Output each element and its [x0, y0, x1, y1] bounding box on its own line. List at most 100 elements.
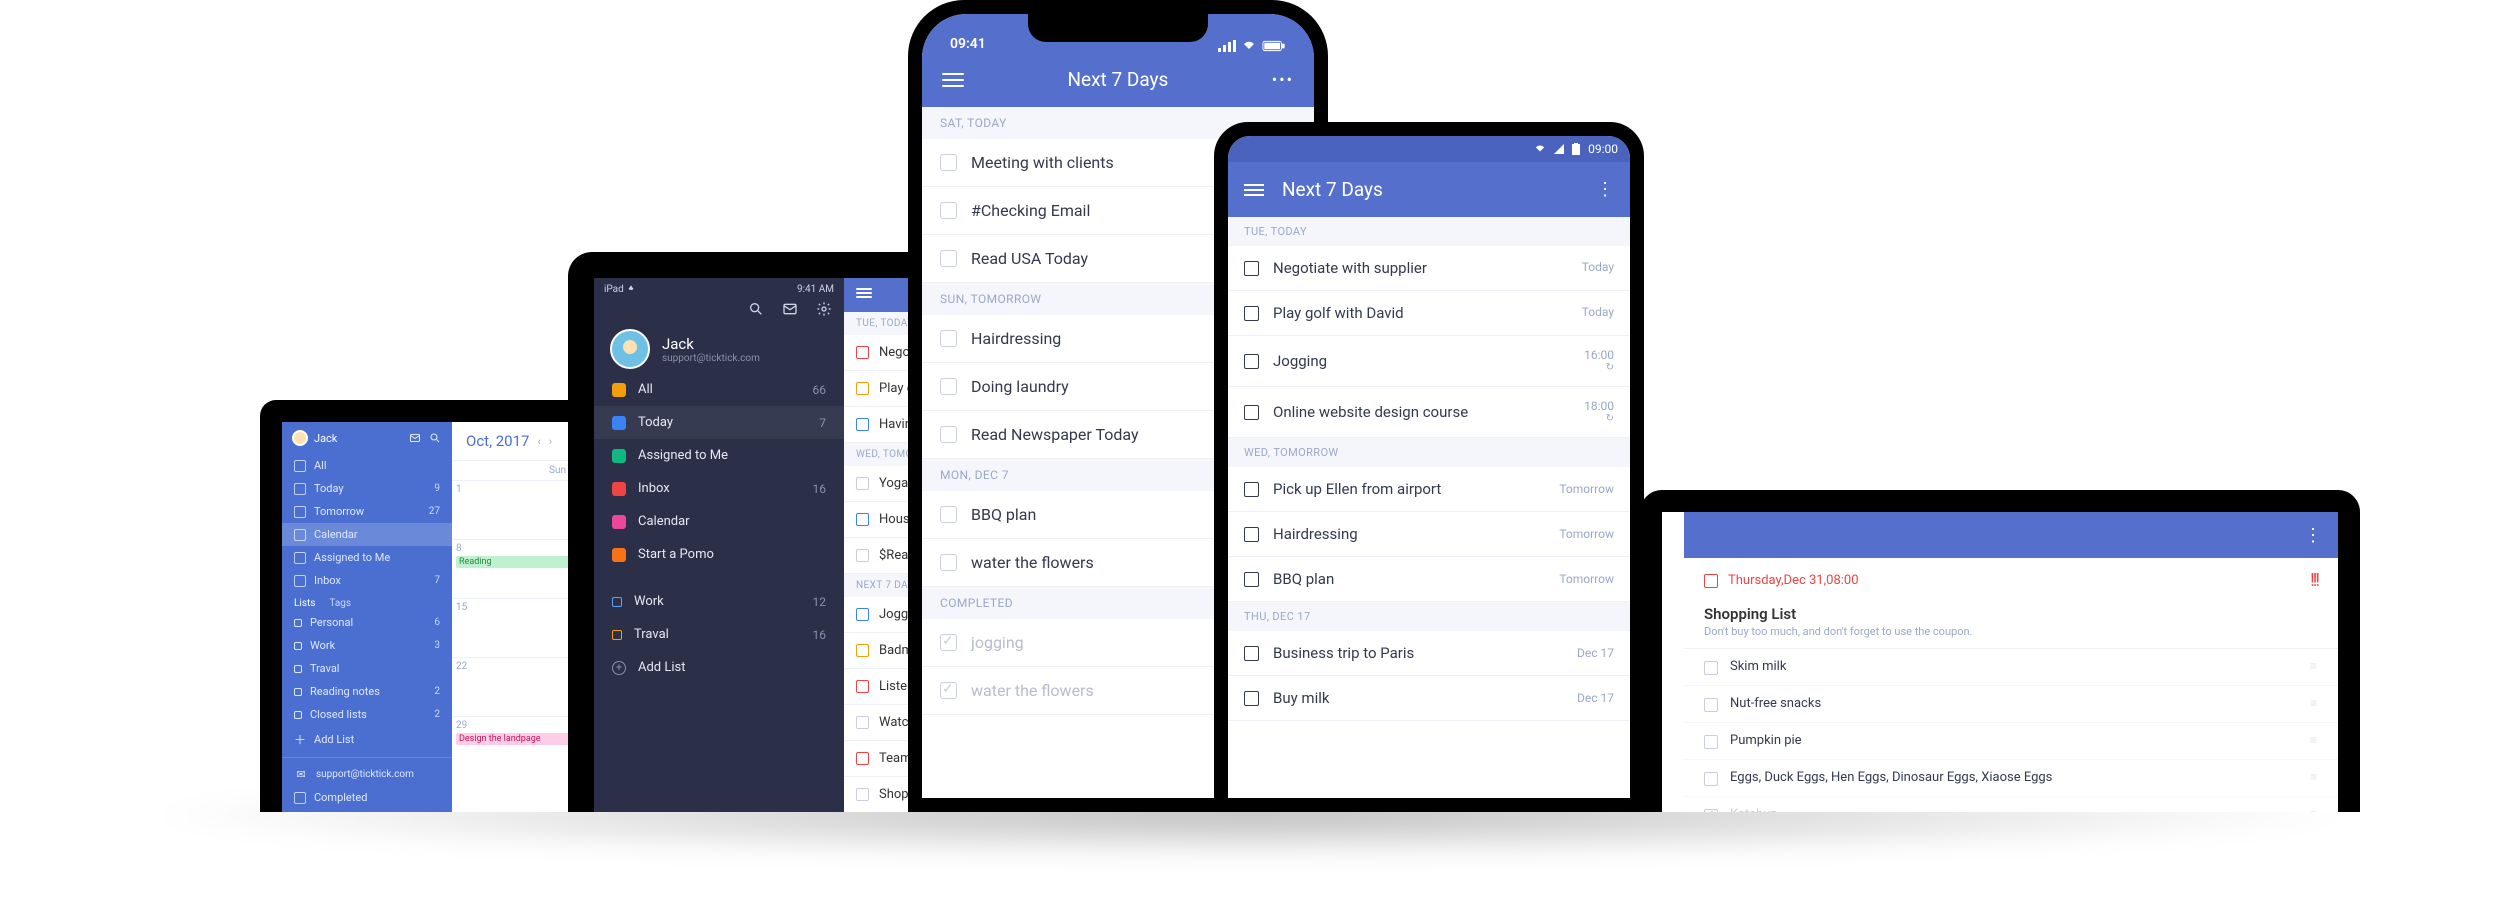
username[interactable]: Jack — [314, 432, 402, 445]
next-month-icon[interactable]: › — [549, 435, 552, 448]
list-item[interactable]: Work3 — [282, 634, 452, 657]
checkbox-icon[interactable] — [940, 330, 957, 347]
checkbox-icon[interactable] — [856, 644, 869, 657]
checkbox-icon[interactable] — [856, 788, 869, 801]
sidebar-item-today[interactable]: Today7 — [594, 406, 844, 439]
drag-handle-icon[interactable]: ≡ — [2310, 659, 2318, 673]
sidebar-item-all[interactable]: All66 — [594, 373, 844, 406]
menu-icon[interactable] — [1244, 181, 1264, 199]
sidebar-tabs[interactable]: ListsTags — [282, 592, 452, 611]
task-row[interactable]: Online website design course18:00↻ — [1228, 387, 1630, 438]
sidebar-item-inbox[interactable]: Inbox7 — [282, 569, 452, 592]
checkbox-icon[interactable] — [856, 346, 869, 359]
task-row[interactable]: Pick up Ellen from airportTomorrow — [1228, 467, 1630, 512]
mail-icon[interactable] — [782, 301, 798, 317]
checkbox-icon[interactable] — [856, 608, 869, 621]
task-row[interactable]: Play golf with DavidToday — [1228, 291, 1630, 336]
task-row[interactable]: BBQ planTomorrow — [1228, 557, 1630, 602]
checkbox-icon[interactable] — [1244, 306, 1259, 321]
list-item[interactable]: Reading notes2 — [282, 680, 452, 703]
checklist-item[interactable]: Ketchup≡ — [1684, 797, 2338, 812]
list-item[interactable]: Work12 — [594, 585, 844, 618]
checkbox-icon[interactable] — [1704, 772, 1718, 786]
checkbox-icon[interactable] — [856, 549, 869, 562]
checkbox-icon[interactable] — [1704, 698, 1718, 712]
add-list-button[interactable]: ＋ Add List — [282, 726, 452, 753]
checkbox-icon[interactable] — [940, 554, 957, 571]
sidebar-item-today[interactable]: Today9 — [282, 477, 452, 500]
sidebar-item-inbox[interactable]: Inbox16 — [594, 472, 844, 505]
checklist-item[interactable]: Skim milk≡ — [1684, 649, 2338, 686]
note-description[interactable]: Don't buy too much, and don't forget to … — [1684, 625, 2338, 649]
list-item[interactable]: Traval — [282, 657, 452, 680]
checkbox-icon[interactable] — [940, 634, 957, 651]
prev-month-icon[interactable]: ‹ — [537, 435, 540, 448]
checkbox-icon[interactable] — [856, 680, 869, 693]
checkbox-icon[interactable] — [856, 513, 869, 526]
sidebar-item-calendar[interactable]: Calendar — [282, 523, 452, 546]
checkbox-icon[interactable] — [940, 154, 957, 171]
checkbox-icon[interactable] — [1244, 261, 1259, 276]
drag-handle-icon[interactable]: ≡ — [2310, 807, 2318, 812]
drag-handle-icon[interactable]: ≡ — [2310, 770, 2318, 784]
sidebar-item-assigned-to-me[interactable]: Assigned to Me — [594, 439, 844, 472]
checklist-item[interactable]: Eggs, Duck Eggs, Hen Eggs, Dinosaur Eggs… — [1684, 760, 2338, 797]
checkbox-icon[interactable] — [856, 477, 869, 490]
checkbox-icon[interactable] — [856, 752, 869, 765]
settings-icon[interactable] — [816, 301, 832, 317]
sidebar-item-all[interactable]: All — [282, 454, 452, 477]
task-row[interactable]: Business trip to ParisDec 17 — [1228, 631, 1630, 676]
task-row[interactable]: Jogging16:00↻ — [1228, 336, 1630, 387]
sidebar-item-calendar[interactable]: Calendar — [594, 505, 844, 538]
avatar[interactable] — [292, 430, 308, 446]
checkbox-icon[interactable] — [1244, 527, 1259, 542]
checkbox-icon[interactable] — [856, 716, 869, 729]
menu-icon[interactable] — [856, 286, 872, 300]
list-item[interactable]: Personal6 — [282, 611, 452, 634]
checkbox-icon[interactable] — [1244, 405, 1259, 420]
more-icon[interactable]: ••• — [1272, 70, 1294, 89]
checkbox-icon[interactable] — [1244, 572, 1259, 587]
due-date[interactable]: Thursday,Dec 31,08:00 — [1728, 573, 1859, 588]
list-item[interactable]: Traval16 — [594, 618, 844, 651]
checkbox-icon[interactable] — [1704, 661, 1718, 675]
sidebar-item-tomorrow[interactable]: Tomorrow27 — [282, 500, 452, 523]
more-icon[interactable]: ⋮ — [2304, 525, 2322, 546]
menu-icon[interactable] — [942, 69, 964, 91]
checkbox-icon[interactable] — [940, 202, 957, 219]
calendar-title[interactable]: Oct, 2017 — [466, 432, 529, 450]
task-row[interactable]: Buy milkDec 17 — [1228, 676, 1630, 721]
support-email[interactable]: ✉ support@ticktick.com — [282, 762, 452, 786]
checkbox-icon[interactable] — [940, 378, 957, 395]
checkbox-icon[interactable] — [940, 682, 957, 699]
checkbox-icon[interactable] — [1244, 354, 1259, 369]
task-row[interactable]: HairdressingTomorrow — [1228, 512, 1630, 557]
drag-handle-icon[interactable]: ≡ — [2310, 696, 2318, 710]
drag-handle-icon[interactable]: ≡ — [2310, 733, 2318, 747]
checkbox-icon[interactable] — [856, 382, 869, 395]
checkbox-icon[interactable] — [1244, 646, 1259, 661]
more-icon[interactable]: ⋮ — [1596, 179, 1614, 200]
checkbox-icon[interactable] — [940, 426, 957, 443]
search-icon[interactable] — [748, 301, 764, 317]
checkbox-icon[interactable] — [1244, 691, 1259, 706]
checkbox-icon[interactable] — [856, 418, 869, 431]
checklist-item[interactable]: Pumpkin pie≡ — [1684, 723, 2338, 760]
checkbox-icon[interactable] — [1244, 482, 1259, 497]
sidebar-item-trash[interactable]: Trash — [282, 809, 452, 812]
checkbox-icon[interactable] — [940, 250, 957, 267]
priority-flag-icon[interactable]: !!! — [2310, 570, 2318, 591]
list-item[interactable]: Closed lists2 — [282, 703, 452, 726]
checkbox-icon[interactable] — [1704, 809, 1718, 812]
add-list-button[interactable]: + Add List — [594, 651, 844, 684]
checkbox-icon[interactable] — [1704, 735, 1718, 749]
mail-icon[interactable] — [408, 431, 422, 445]
sidebar-item-assigned-to-me[interactable]: Assigned to Me — [282, 546, 452, 569]
checklist-item[interactable]: Nut-free snacks≡ — [1684, 686, 2338, 723]
checkbox-icon[interactable] — [940, 506, 957, 523]
task-row[interactable]: Negotiate with supplierToday — [1228, 246, 1630, 291]
avatar[interactable] — [610, 329, 650, 369]
search-icon[interactable] — [428, 431, 442, 445]
sidebar-item-start-a-pomo[interactable]: Start a Pomo — [594, 538, 844, 571]
sidebar-item-completed[interactable]: Completed — [282, 786, 452, 809]
